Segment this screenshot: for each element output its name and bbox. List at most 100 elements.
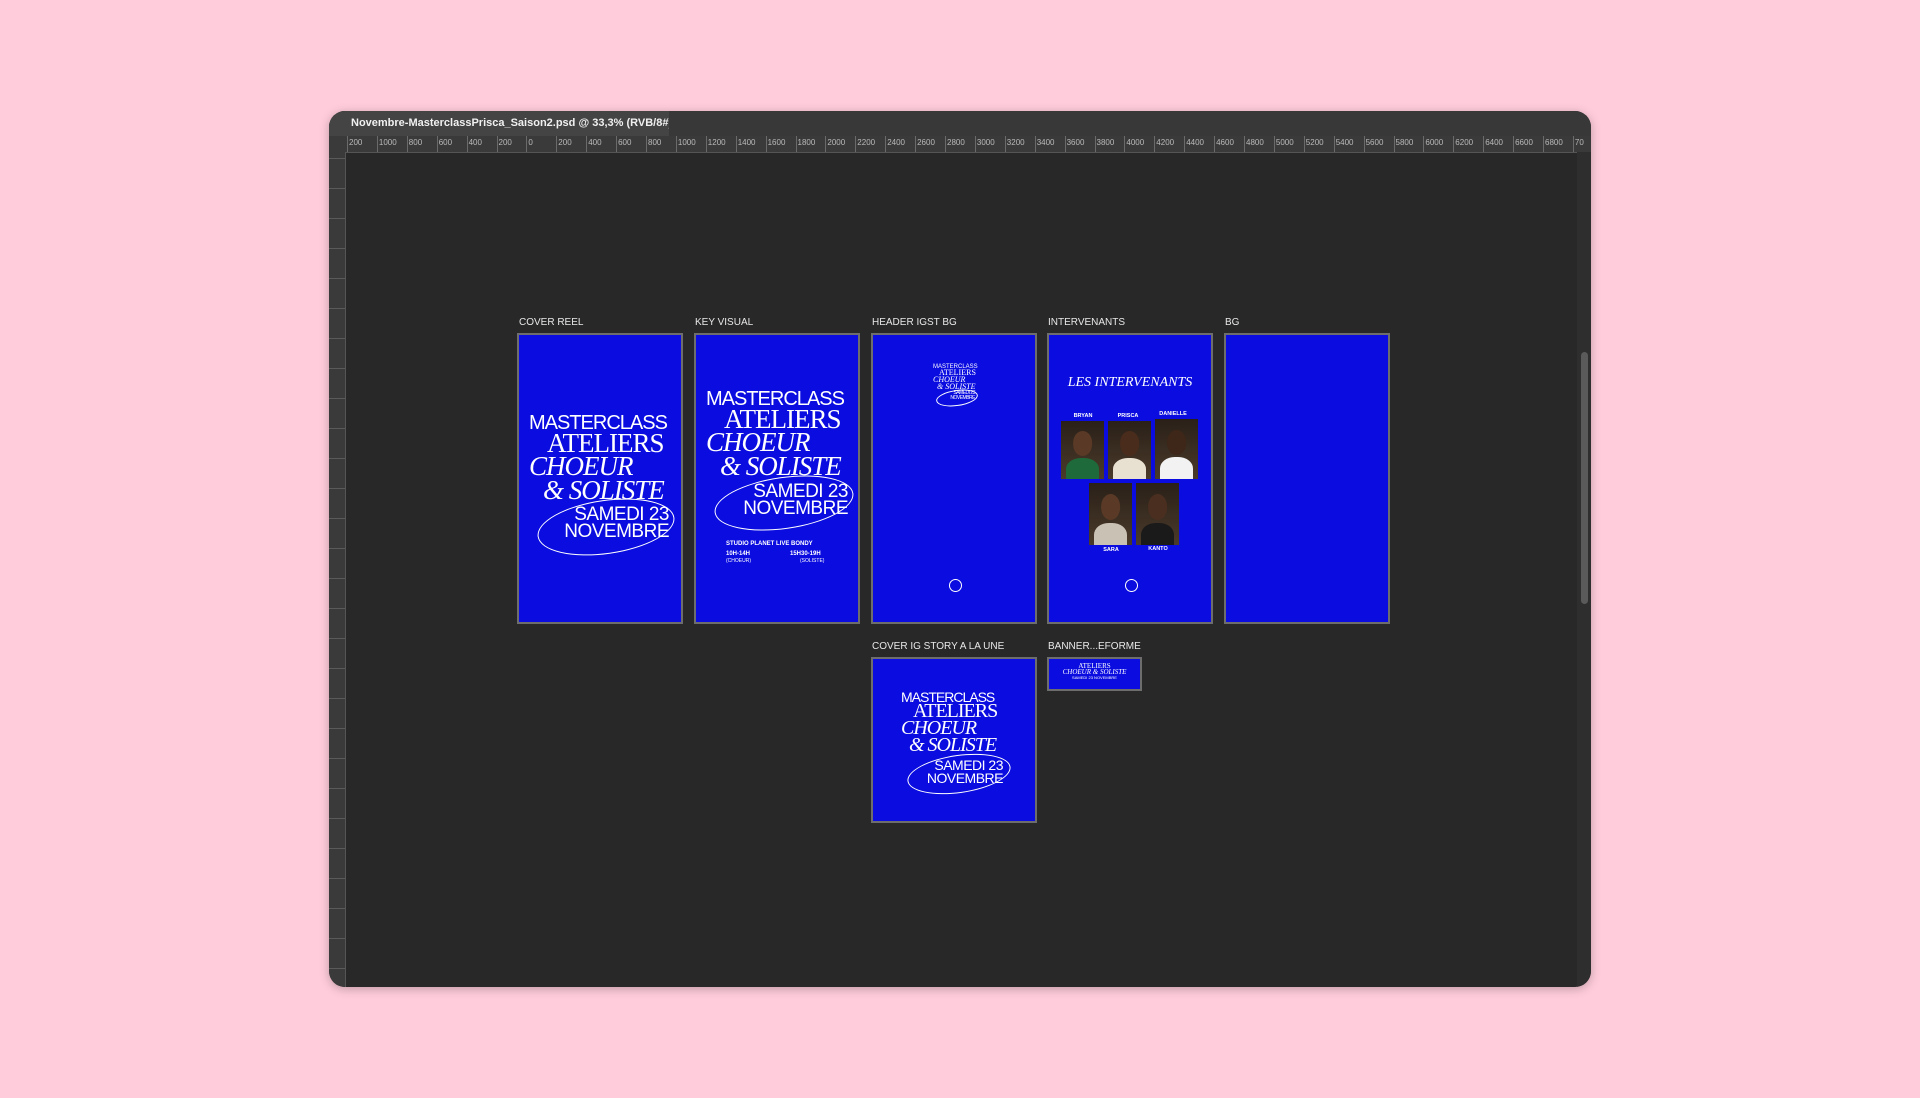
photo-sara [1089,483,1132,545]
artboard-banner[interactable]: ATELIERS CHOEUR & SOLISTE SAMEDI 23 NOVE… [1047,657,1142,691]
artboard-cover-ig-story[interactable]: MASTERCLASS ATELIERS CHOEUR & SOLISTE SA… [871,657,1037,823]
date-line-2: NOVEMBRE [950,394,975,401]
slot2-time: 15H30-19H [790,551,821,557]
ruler-tick-label: 200 [349,138,363,147]
ruler-tick [1333,136,1335,152]
ruler-tick [329,698,345,699]
scrollbar-thumb[interactable] [1581,352,1588,604]
ruler-tick-label: 4400 [1186,138,1204,147]
ruler-tick [1393,136,1395,152]
ruler-tick [795,136,797,152]
ruler-tick-label: 1200 [707,138,726,147]
artboard-label-banner[interactable]: BANNER...EFORME [1048,641,1141,652]
ruler-tick [1363,136,1365,152]
ruler-tick-label: 6400 [1485,138,1503,147]
cover-ig-title: MASTERCLASS ATELIERS CHOEUR & SOLISTE [901,690,998,756]
ruler-tick-label: 5200 [1305,138,1324,147]
ruler-tick [329,938,345,939]
ruler-tick [1244,136,1245,152]
ruler-tick-label: 2600 [917,138,935,147]
header-mini-title: MASTERCLASS ATELIERS CHOEUR & SOLISTE [933,364,978,391]
artboard-label-header-igst-bg[interactable]: HEADER IGST BG [872,317,957,328]
artboard-key-visual[interactable]: MASTERCLASS ATELIERS CHOEUR & SOLISTE SA… [694,333,860,624]
ruler-tick [329,248,345,249]
artboard-label-intervenants[interactable]: INTERVENANTS [1048,317,1125,328]
logo-icon [1125,579,1138,592]
ruler-tick-label: 2000 [827,138,846,147]
ruler-tick-label: 70 [1574,138,1584,147]
ruler-tick-label: 6000 [1425,138,1444,147]
ruler-tick [329,398,345,399]
title-line-soliste: & SOLISTE [720,450,842,481]
ruler-tick-label: 2200 [857,138,876,147]
ruler-tick-label: 1800 [797,138,816,147]
ruler-tick-label: 600 [438,138,453,147]
ruler-tick [1064,136,1066,152]
cover-ig-date: SAMEDI 23 NOVEMBRE [913,758,1004,784]
portrait-shirt [1113,458,1146,479]
ruler-tick-label: 0 [528,138,533,147]
ruler-tick [675,136,677,152]
document-tab-bar: Novembre-MasterclassPrisca_Saison2.psd @… [329,111,1591,136]
ruler-tick [1004,136,1006,152]
ruler-tick-label: 4200 [1156,138,1175,147]
ruler-tick [329,518,345,519]
ruler-tick [329,158,345,159]
ruler-tick [329,458,345,459]
ruler-tick [646,136,647,152]
portrait-head [1072,431,1093,456]
ruler-tick [406,136,408,152]
ruler-tick-label: 200 [558,138,572,147]
vertical-scrollbar[interactable] [1577,152,1591,987]
ruler-tick [526,136,528,152]
person-name: BRYAN [1073,413,1093,419]
ruler-tick-label: 6600 [1515,138,1533,147]
artboard-intervenants[interactable]: LES INTERVENANTS BRYAN PRISCA DANIELLE S… [1047,333,1213,624]
ruler-tick-label: 1000 [378,138,397,147]
ruler-tick-label: 400 [588,138,602,147]
document-tab[interactable]: Novembre-MasterclassPrisca_Saison2.psd @… [329,111,669,136]
ruler-tick-label: 5000 [1275,138,1294,147]
cover-reel-date: SAMEDI 23 NOVEMBRE [549,505,669,541]
intervenants-title: LES INTERVENANTS [1067,375,1193,390]
photo-kanto [1136,483,1179,545]
ruler-tick-label: 5400 [1335,138,1354,147]
artboard-cover-reel[interactable]: MASTERCLASS ATELIERS CHOEUR & SOLISTE SA… [517,333,683,624]
logo-icon [949,579,962,592]
ruler-tick-label: 200 [498,138,512,147]
artboard-label-key-visual[interactable]: KEY VISUAL [695,317,753,328]
ruler-tick [329,218,345,219]
ruler-tick [329,338,345,339]
ruler-tick [1184,136,1186,152]
ruler-tick [466,136,468,152]
ruler-tick [885,136,887,152]
ruler-tick [1034,136,1036,152]
ruler-tick [329,308,345,309]
ruler-tick-label: 3800 [1096,138,1115,147]
ruler-tick [329,908,345,909]
ruler-tick [329,488,345,489]
artboard-label-cover-reel[interactable]: COVER REEL [519,317,583,328]
ruler-tick [496,136,498,152]
vertical-ruler[interactable] [329,152,346,987]
artboard-label-cover-ig-story[interactable]: COVER IG STORY A LA UNE [872,641,1004,652]
artboard-label-bg[interactable]: BG [1225,317,1239,328]
portrait-shirt [1094,522,1127,545]
ruler-tick-label: 6200 [1455,138,1474,147]
cover-reel-title: MASTERCLASS ATELIERS CHOEUR & SOLISTE [529,413,668,503]
portrait-shirt [1066,458,1099,479]
ruler-tick [556,136,558,152]
ruler-tick-label: 5600 [1365,138,1384,147]
artboard-bg[interactable] [1224,333,1390,624]
artboard-header-igst-bg[interactable]: MASTERCLASS ATELIERS CHOEUR & SOLISTE SA… [871,333,1037,624]
ruler-tick-label: 400 [468,138,482,147]
ruler-tick [1543,136,1544,152]
ruler-tick [945,136,946,152]
ruler-tick-label: 4600 [1216,138,1234,147]
ruler-tick [329,188,345,189]
photo-prisca [1108,421,1151,479]
ruler-tick-label: 600 [618,138,632,147]
person-name: DANIELLE [1159,411,1187,417]
horizontal-ruler[interactable]: 200 1000 800 600 400 200 0 200 400 600 800 1000 1200… [345,136,1591,153]
ruler-tick [376,136,378,152]
